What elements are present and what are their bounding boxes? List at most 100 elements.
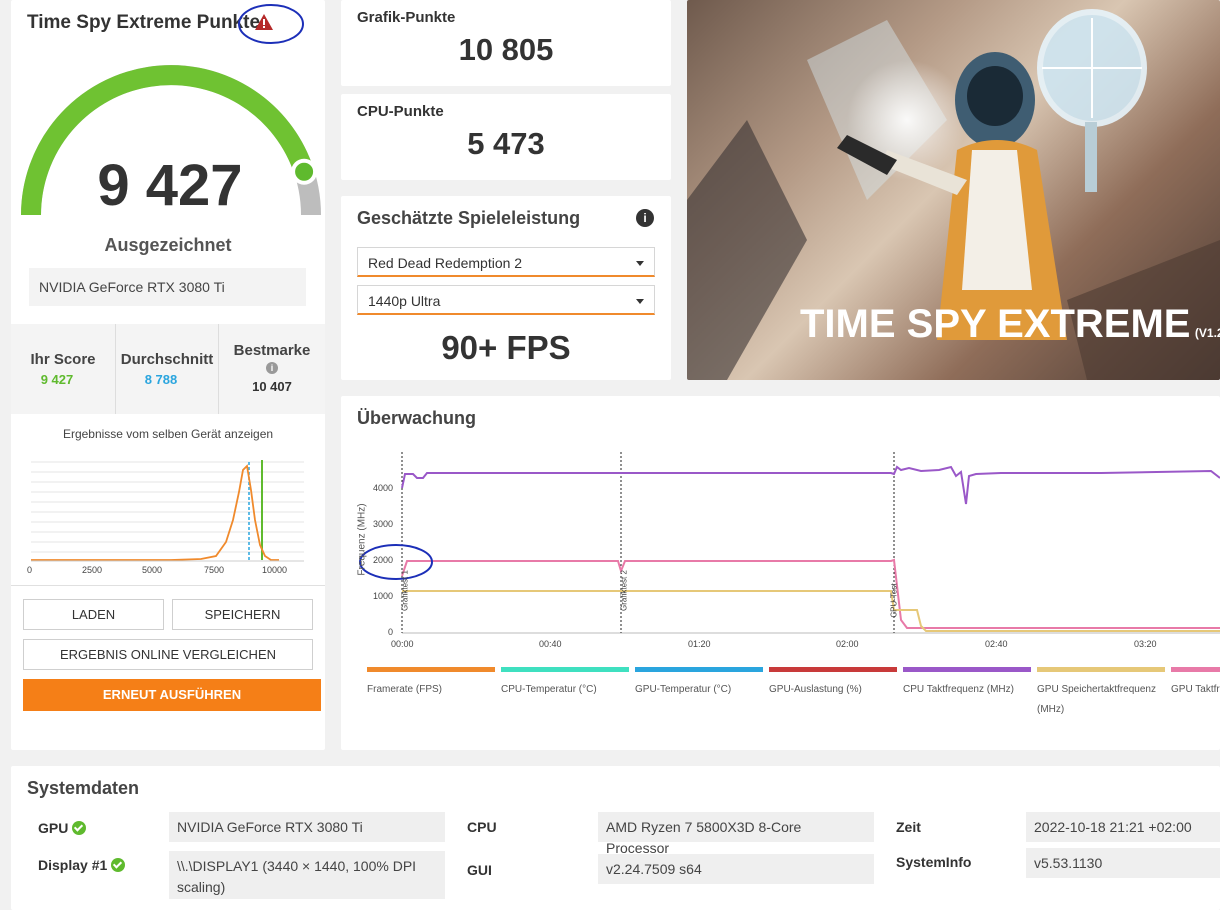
gui-value: v2.24.7509 s64: [598, 854, 874, 884]
game-performance-title: Geschätzte Spieleleistung: [357, 208, 581, 228]
cpu-label: CPU: [467, 819, 497, 835]
gpu-clock-series: [401, 558, 1220, 629]
chevron-down-icon: [636, 261, 644, 266]
system-data-title: Systemdaten: [27, 778, 140, 798]
test-marker-label: Grafiktest 2: [619, 570, 629, 611]
banner-title: TIME SPY EXTREME (V1.2): [800, 302, 1220, 347]
annotation-circle: [238, 4, 304, 44]
legend-swatch: [903, 667, 1031, 672]
distribution-tick: 5000: [142, 565, 163, 575]
x-tick: 01:20: [688, 639, 711, 649]
monitoring-card: Überwachung Frequenz (MHz) 0 1000 2000 3…: [341, 396, 1220, 750]
cpu-score-value: 5 473: [467, 126, 545, 161]
legend-label: CPU-Temperatur (°C): [501, 684, 597, 695]
info-icon[interactable]: i: [266, 362, 278, 374]
gui-label: GUI: [467, 862, 492, 878]
game-performance-card: Geschätzte Spieleleistung i Red Dead Red…: [341, 196, 671, 380]
check-icon: [72, 821, 87, 835]
legend-label: GPU-Temperatur (°C): [635, 684, 732, 695]
gpu-memory-clock-series: [402, 590, 1220, 632]
cpu-value: AMD Ryzen 7 5800X3D 8-Core Processor: [598, 812, 874, 856]
run-again-button[interactable]: ERNEUT AUSFÜHREN: [23, 679, 321, 711]
stats-row: Ihr Score 9 427 Durchschnitt 8 788 Bestm…: [11, 324, 325, 414]
stat-label: Bestmarke: [233, 342, 311, 359]
legend-item-gpu-load[interactable]: GPU-Auslastung (%): [769, 667, 897, 700]
legend-swatch: [1037, 667, 1165, 672]
benchmark-banner: TIME SPY EXTREME (V1.2): [687, 0, 1220, 380]
graphics-score-label: Grafik-Punkte: [357, 9, 456, 26]
legend-item-framerate[interactable]: Framerate (FPS): [367, 667, 495, 700]
legend-label: Framerate (FPS): [367, 684, 443, 695]
divider: [11, 585, 325, 586]
compare-online-button[interactable]: ERGEBNIS ONLINE VERGLEICHEN: [23, 639, 313, 670]
game-select-value: Red Dead Redemption 2: [368, 255, 523, 271]
save-button[interactable]: SPEICHERN: [172, 599, 313, 630]
cpu-clock-series: [401, 465, 1220, 505]
cpu-score-label: CPU-Punkte: [357, 103, 444, 120]
load-button[interactable]: LADEN: [23, 599, 164, 630]
score-card: Time Spy Extreme Punkte 9 427 Ausgezeich…: [11, 0, 325, 750]
legend-item-cpu-clock[interactable]: CPU Taktfrequenz (MHz): [903, 667, 1031, 700]
y-tick: 4000: [372, 483, 393, 493]
info-icon[interactable]: i: [636, 209, 654, 227]
preset-select-value: 1440p Ultra: [368, 293, 441, 309]
distribution-tick: 0: [27, 565, 33, 575]
stat-value: 9 427: [40, 372, 74, 387]
time-label: Zeit: [896, 819, 921, 835]
legend-swatch: [635, 667, 763, 672]
legend-swatch: [1171, 667, 1220, 672]
chart-legend: Framerate (FPS) CPU-Temperatur (°C) GPU-…: [367, 667, 1220, 737]
x-tick: 02:40: [985, 639, 1008, 649]
benchmark-name: TIME SPY EXTREME: [800, 302, 1191, 346]
distribution-tick: 7500: [204, 565, 225, 575]
game-select[interactable]: Red Dead Redemption 2: [357, 247, 655, 277]
stat-average: Durchschnitt 8 788: [115, 324, 219, 414]
system-data-card: Systemdaten GPU NVIDIA GeForce RTX 3080 …: [11, 766, 1220, 910]
display-label: Display #1: [38, 857, 126, 873]
x-tick: 00:00: [391, 639, 414, 649]
legend-label: GPU Taktfre: [1171, 684, 1220, 695]
gpu-value: NVIDIA GeForce RTX 3080 Ti: [169, 812, 445, 842]
stat-your-score: Ihr Score 9 427: [11, 324, 115, 414]
legend-swatch: [769, 667, 897, 672]
preset-select[interactable]: 1440p Ultra: [357, 285, 655, 315]
test-marker-label: CPU-Test: [889, 583, 899, 618]
estimated-fps: 90+ FPS: [441, 329, 571, 366]
gpu-label-text: GPU: [38, 820, 69, 836]
distribution-tick: 2500: [82, 565, 103, 575]
legend-swatch: [367, 667, 495, 672]
legend-label: GPU Speichertaktfrequenz (MHz): [1037, 684, 1156, 715]
stat-label: Ihr Score: [30, 351, 96, 368]
y-tick: 0: [387, 627, 393, 637]
score-rating: Ausgezeichnet: [104, 235, 232, 255]
stat-label: Durchschnitt: [120, 351, 214, 368]
gpu-label: GPU: [38, 820, 87, 836]
legend-item-gpu-temp[interactable]: GPU-Temperatur (°C): [635, 667, 763, 700]
monitoring-chart: [359, 452, 1220, 634]
display-label-text: Display #1: [38, 857, 108, 873]
y-tick: 2000: [372, 555, 393, 565]
x-tick: 00:40: [539, 639, 562, 649]
chevron-down-icon: [636, 299, 644, 304]
legend-label: CPU Taktfrequenz (MHz): [903, 684, 1014, 695]
test-marker-label: Grafiktest 1: [400, 570, 410, 611]
systeminfo-label: SystemInfo: [896, 854, 972, 870]
graphics-score-value: 10 805: [458, 32, 554, 67]
distribution-title[interactable]: Ergebnisse vom selben Gerät anzeigen: [11, 427, 325, 441]
stat-value: 10 407: [252, 379, 292, 394]
legend-swatch: [501, 667, 629, 672]
legend-label: GPU-Auslastung (%): [769, 684, 862, 695]
y-tick: 3000: [372, 519, 393, 529]
benchmark-version: (V1.2): [1194, 326, 1220, 340]
systeminfo-value: v5.53.1130: [1026, 848, 1220, 878]
legend-item-gpu-memory-clock[interactable]: GPU Speichertaktfrequenz (MHz): [1037, 667, 1165, 720]
legend-item-cpu-temp[interactable]: CPU-Temperatur (°C): [501, 667, 629, 700]
display-value: \\.\DISPLAY1 (3440 × 1440, 100% DPI scal…: [169, 851, 445, 899]
time-value: 2022-10-18 21:21 +02:00: [1026, 812, 1220, 842]
legend-item-gpu-clock[interactable]: GPU Taktfre: [1171, 667, 1220, 700]
score-title: Time Spy Extreme Punkte: [27, 12, 261, 33]
stat-value: 8 788: [144, 372, 178, 387]
x-tick: 02:00: [836, 639, 859, 649]
distribution-chart: [31, 460, 304, 562]
check-icon: [111, 858, 126, 872]
